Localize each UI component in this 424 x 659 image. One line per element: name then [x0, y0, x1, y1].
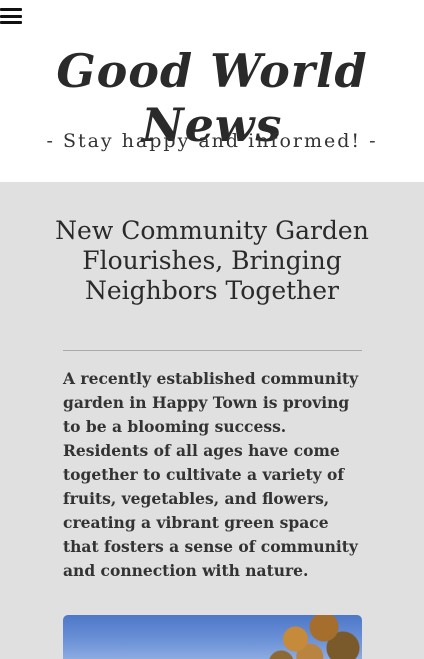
menu-bar: [0, 8, 22, 11]
tree-foliage-image: [267, 615, 362, 659]
menu-bar: [0, 21, 22, 24]
article-hero-image: [63, 615, 362, 659]
hamburger-menu-icon[interactable]: [0, 4, 22, 28]
site-tagline: - Stay happy and informed! -: [46, 130, 378, 152]
site-header: Good World News - Stay happy and informe…: [0, 0, 424, 182]
article-section: New Community Garden Flourishes, Bringin…: [0, 182, 424, 659]
menu-bar: [0, 14, 22, 18]
article-body: A recently established community garden …: [63, 369, 359, 580]
article-title: New Community Garden Flourishes, Bringin…: [55, 216, 369, 305]
title-divider: [63, 350, 362, 351]
